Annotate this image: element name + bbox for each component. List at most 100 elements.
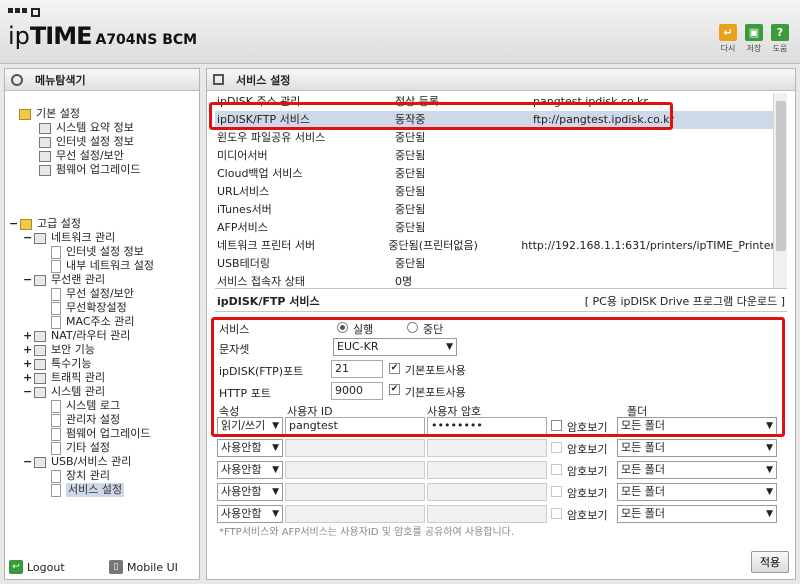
ipdisk-drive-download-link[interactable]: [ PC용 ipDISK Drive 프로그램 다운로드 ] [585, 293, 785, 309]
brand-logo: ipTIME A704NS BCM [8, 22, 198, 50]
password-input[interactable] [427, 483, 547, 501]
service-row[interactable]: URL서비스 중단됨 [215, 183, 775, 201]
undo-icon: ↵ [719, 24, 737, 41]
folder-icon [20, 218, 32, 230]
traffic-icon [34, 372, 46, 384]
password-input[interactable] [427, 439, 547, 457]
folder-select[interactable]: 모든 폴더 ▼ [617, 483, 777, 501]
tree-item-firmware[interactable]: 펌웨어 업그레이드 [51, 427, 150, 441]
service-row[interactable]: 윈도우 파일공유 서비스 중단됨 [215, 129, 775, 147]
attr-select[interactable]: 사용안함 ▼ [217, 439, 283, 457]
mobile-ui-button[interactable]: ▯ Mobile UI [109, 560, 178, 574]
show-password-label: 암호보기 [567, 509, 608, 522]
tree-wireless[interactable]: − 무선랜 관리 [23, 273, 105, 287]
service-row[interactable]: Cloud백업 서비스 중단됨 [215, 165, 775, 183]
show-password-label: 암호보기 [567, 443, 608, 456]
tree-item-internet-info[interactable]: 인터넷 설정 정보 [39, 135, 134, 149]
page-icon [51, 399, 61, 413]
user-id-input[interactable] [285, 461, 425, 479]
divider [215, 288, 787, 289]
tree-item-misc-settings[interactable]: 기타 설정 [51, 441, 110, 455]
tree-item-internet-settings[interactable]: 인터넷 설정 정보 [51, 245, 144, 259]
attr-select[interactable]: 사용안함 ▼ [217, 505, 283, 523]
tree-item-wireless-security[interactable]: 무선 설정/보안 [39, 149, 124, 163]
chart-icon [39, 122, 51, 134]
tree-item-firmware-upgrade[interactable]: 펌웨어 업그레이드 [39, 163, 140, 177]
tree-nat[interactable]: + NAT/라우터 관리 [23, 329, 130, 343]
tree-security[interactable]: + 보안 기능 [23, 343, 95, 357]
mobile-icon: ▯ [109, 560, 123, 574]
tree-item-device-management[interactable]: 장치 관리 [51, 469, 110, 483]
show-password-checkbox[interactable] [551, 442, 562, 453]
service-settings-panel: 서비스 설정 ipDISK 주소 관리 정상 등록 pangtest.ipdisk.… [206, 68, 796, 580]
save-icon: ▣ [745, 24, 763, 41]
user-id-input[interactable] [285, 439, 425, 457]
chevron-down-icon: ▼ [272, 465, 279, 475]
page-icon [51, 441, 61, 455]
show-password-label: 암호보기 [567, 465, 608, 478]
service-row[interactable]: AFP서비스 중단됨 [215, 219, 775, 237]
password-input[interactable] [427, 505, 547, 523]
upgrade-icon [39, 164, 51, 176]
tree-advanced-settings[interactable]: − 고급 설정 [9, 217, 81, 231]
tree-item-system-summary[interactable]: 시스템 요약 정보 [39, 121, 134, 135]
folder-select[interactable]: 모든 폴더 ▼ [617, 439, 777, 457]
usb-icon [34, 456, 46, 468]
tree-item-mac-management[interactable]: MAC주소 관리 [51, 315, 134, 329]
tree-item-wireless-extend[interactable]: 무선확장설정 [51, 301, 127, 315]
attr-select[interactable]: 사용안함 ▼ [217, 461, 283, 479]
tree-usb-service[interactable]: − USB/서비스 관리 [23, 455, 131, 469]
page-icon [51, 245, 61, 259]
wireless-icon [34, 274, 46, 286]
user-id-input[interactable] [285, 505, 425, 523]
chevron-down-icon: ▼ [766, 443, 773, 453]
monitor-icon [39, 136, 51, 148]
tree-network[interactable]: − 네트워크 관리 [23, 231, 115, 245]
tree-item-service-settings[interactable]: 서비스 설정 [51, 483, 125, 497]
network-icon [34, 232, 46, 244]
shared-credentials-note: *FTP서비스와 AFP서비스는 사용자ID 및 암호를 공유하여 사용합니다. [219, 527, 515, 538]
lock-icon [34, 344, 46, 356]
service-row[interactable]: iTunes서버 중단됨 [215, 201, 775, 219]
user-id-input[interactable] [285, 483, 425, 501]
show-password-checkbox[interactable] [551, 464, 562, 475]
page-icon [51, 315, 61, 329]
apply-button[interactable]: 적용 [751, 551, 789, 573]
folder-select[interactable]: 모든 폴더 ▼ [617, 505, 777, 523]
password-input[interactable] [427, 461, 547, 479]
save-button[interactable]: ▣ 저장 [744, 24, 764, 54]
window-icon [213, 74, 224, 85]
tree-item-lan-settings[interactable]: 내부 네트워크 설정 [51, 259, 154, 273]
tree-system[interactable]: − 시스템 관리 [23, 385, 105, 399]
show-password-checkbox[interactable] [551, 508, 562, 519]
chevron-down-icon: ▼ [272, 487, 279, 497]
service-row[interactable]: 미디어서버 중단됨 [215, 147, 775, 165]
undo-button[interactable]: ↵ 다시 [718, 24, 738, 54]
chart-icon [34, 386, 46, 398]
router-icon [34, 330, 46, 342]
service-row[interactable]: USB테더링 중단됨 [215, 255, 775, 273]
folder-icon [19, 108, 31, 120]
logout-button[interactable]: ↩ Logout [9, 560, 65, 574]
brand-dots [8, 8, 40, 17]
help-button[interactable]: ? 도움 [770, 24, 790, 54]
chevron-down-icon: ▼ [272, 443, 279, 453]
page-icon [51, 427, 61, 441]
chevron-down-icon: ▼ [766, 487, 773, 497]
attr-select[interactable]: 사용안함 ▼ [217, 483, 283, 501]
tree-traffic[interactable]: + 트래픽 관리 [23, 371, 105, 385]
tree-basic-settings[interactable]: 기본 설정 [19, 107, 80, 121]
menu-explorer-title: 메뉴탐색기 [5, 69, 199, 91]
service-list-scrollbar[interactable] [773, 93, 787, 289]
tree-item-system-log[interactable]: 시스템 로그 [51, 399, 120, 413]
model-name: A704NS BCM [95, 32, 198, 48]
page-icon [51, 413, 61, 427]
tree-item-admin-settings[interactable]: 관리자 설정 [51, 413, 120, 427]
service-row[interactable]: 네트워크 프린터 서버 중단됨(프린터없음) http://192.168.1.1:… [215, 237, 775, 255]
chevron-down-icon: ▼ [766, 509, 773, 519]
tree-special[interactable]: + 특수기능 [23, 357, 91, 371]
tree-item-wireless-config[interactable]: 무선 설정/보안 [51, 287, 134, 301]
show-password-checkbox[interactable] [551, 486, 562, 497]
folder-select[interactable]: 모든 폴더 ▼ [617, 461, 777, 479]
menu-explorer: 메뉴탐색기 기본 설정 시스템 요약 정보 인터넷 설정 정보 무선 설정/보안… [4, 68, 200, 580]
